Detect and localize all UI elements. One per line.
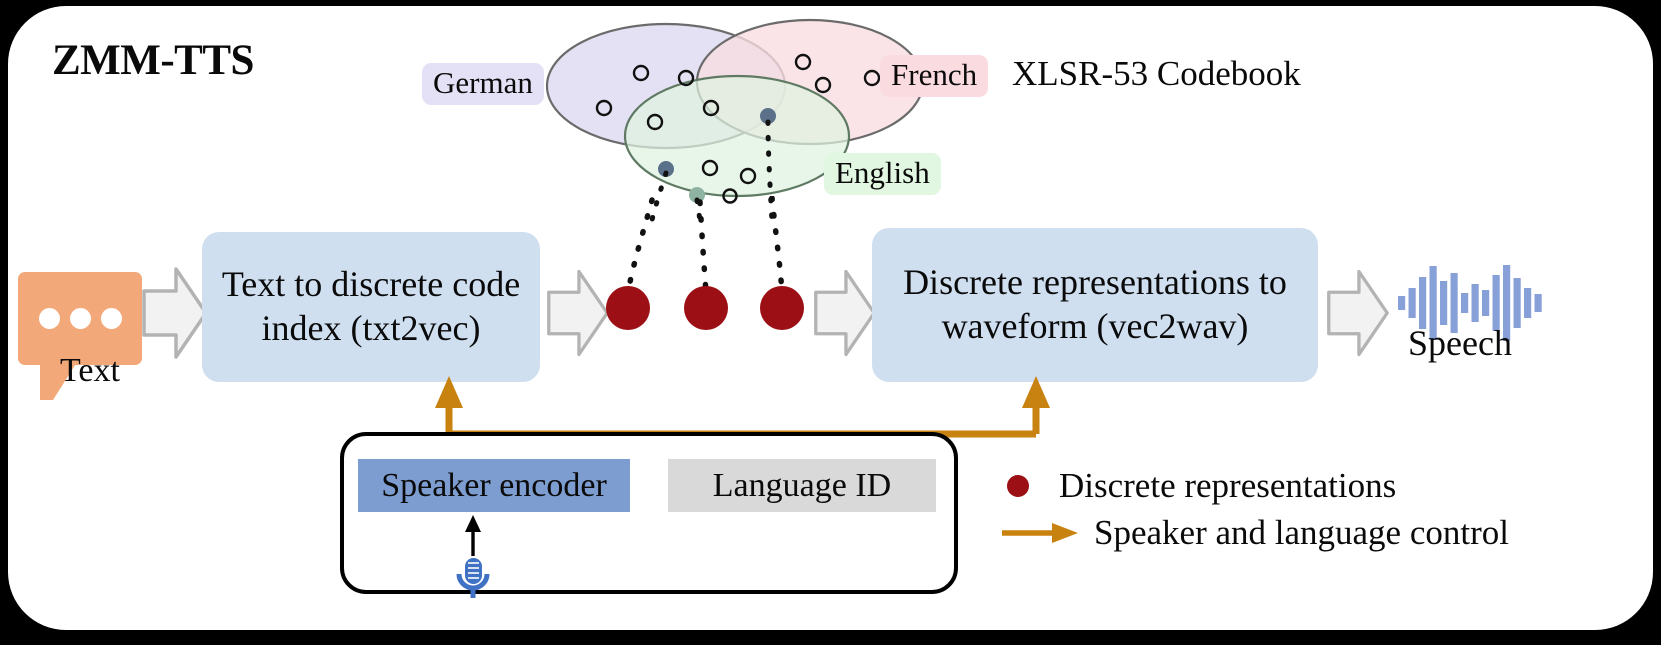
module-txt2vec-line1: Text to discrete code (221, 264, 521, 305)
venn-label-french: French (880, 55, 989, 97)
legend-red-dot-icon (1007, 475, 1029, 497)
flow-arrow-3 (814, 269, 876, 357)
module-vec2wav[interactable]: Discrete representations to waveform (ve… (872, 228, 1318, 382)
figure-canvas: ZMM-TTS German French English XLSR-53 Co… (0, 0, 1661, 645)
flow-arrow-2 (547, 269, 609, 357)
text-input-label: Text (60, 352, 120, 389)
venn-label-english: English (824, 153, 941, 195)
discrete-token-2 (684, 286, 728, 330)
codebook-caption: XLSR-53 Codebook (1012, 54, 1301, 93)
waveform-bar-1 (1398, 296, 1406, 310)
waveform-bar-9 (1482, 290, 1490, 316)
speech-output-label: Speech (1408, 323, 1512, 363)
module-txt2vec-line2: index (txt2vec) (261, 308, 481, 348)
discrete-token-3 (760, 286, 804, 330)
microphone-icon (456, 515, 490, 598)
flow-arrow-1 (142, 267, 208, 359)
waveform-bar-7 (1461, 293, 1469, 313)
venn-ellipse-english (623, 74, 851, 198)
waveform-bar-13 (1524, 288, 1532, 318)
language-id-chip[interactable]: Language ID (668, 459, 936, 512)
flow-arrow-4 (1327, 269, 1389, 357)
waveform-bar-2 (1408, 288, 1416, 318)
waveform-bar-12 (1513, 278, 1521, 328)
legend-label-discrete: Discrete representations (1059, 466, 1397, 505)
waveform-bar-8 (1471, 284, 1479, 322)
legend-orange-arrow-icon (1002, 523, 1078, 543)
module-vec2wav-line2: waveform (vec2wav) (941, 306, 1249, 346)
waveform-bar-14 (1534, 294, 1542, 312)
waveform-bar-5 (1440, 281, 1448, 325)
legend-label-control: Speaker and language control (1094, 513, 1509, 552)
discrete-token-1 (606, 286, 650, 330)
bubble-dot-3 (101, 308, 122, 329)
bubble-dot-2 (70, 308, 91, 329)
venn-label-german: German (422, 63, 544, 105)
bubble-dot-1 (39, 308, 60, 329)
conditioning-panel (340, 432, 958, 594)
speaker-encoder-chip[interactable]: Speaker encoder (358, 459, 630, 512)
module-vec2wav-line1: Discrete representations to (903, 262, 1287, 303)
figure-title: ZMM-TTS (52, 37, 254, 84)
module-txt2vec[interactable]: Text to discrete code index (txt2vec) (202, 232, 540, 382)
legend-item-discrete: Discrete representations (1000, 466, 1396, 506)
legend-item-control: Speaker and language control (1000, 513, 1509, 553)
